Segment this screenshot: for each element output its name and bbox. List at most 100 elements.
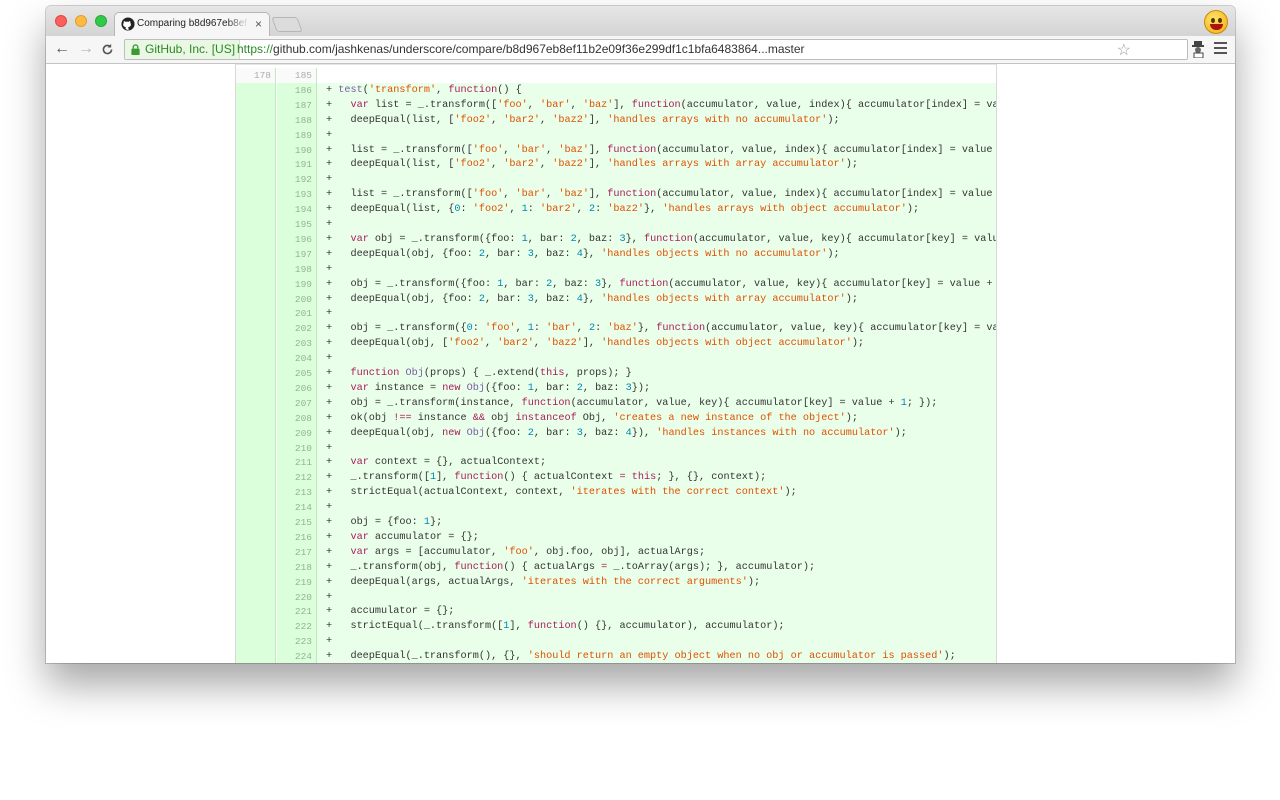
new-line-number[interactable]: 187 — [277, 97, 317, 113]
reload-icon[interactable] — [101, 43, 114, 56]
menu-hamburger-icon[interactable] — [1214, 42, 1227, 54]
old-line-number[interactable] — [236, 500, 276, 516]
browser-tab-active[interactable]: Comparing b8d967eb8ef11 × — [114, 12, 270, 36]
new-line-number[interactable]: 219 — [277, 574, 317, 590]
new-line-number[interactable]: 210 — [277, 440, 317, 456]
window-close-button[interactable] — [55, 15, 67, 27]
old-line-number[interactable] — [236, 351, 276, 367]
new-line-number[interactable]: 212 — [277, 470, 317, 486]
new-line-number[interactable]: 223 — [277, 634, 317, 650]
new-line-number[interactable]: 202 — [277, 321, 317, 337]
old-line-number[interactable] — [236, 336, 276, 352]
old-line-number[interactable] — [236, 202, 276, 218]
new-line-number[interactable]: 206 — [277, 380, 317, 396]
old-line-number[interactable] — [236, 395, 276, 411]
extension-icon[interactable] — [1191, 41, 1205, 58]
old-line-number[interactable] — [236, 470, 276, 486]
new-line-number[interactable]: 191 — [277, 157, 317, 173]
old-line-number[interactable]: 178 — [236, 68, 276, 83]
old-line-number[interactable] — [236, 366, 276, 381]
old-line-number[interactable] — [236, 619, 276, 635]
new-line-number[interactable]: 205 — [277, 366, 317, 381]
old-line-number[interactable] — [236, 231, 276, 247]
old-line-number[interactable] — [236, 515, 276, 530]
address-bar[interactable]: GitHub, Inc. [US] https://github.com/jas… — [124, 39, 1188, 60]
old-line-number[interactable] — [236, 157, 276, 173]
diff-line: 209 + deepEqual(obj, new Obj({foo: 2, bar… — [236, 425, 996, 441]
new-tab-button[interactable] — [271, 17, 303, 32]
new-line-number[interactable]: 199 — [277, 276, 317, 292]
code-line: + — [317, 217, 996, 232]
old-line-number[interactable] — [236, 425, 276, 441]
old-line-number[interactable] — [236, 649, 276, 663]
code-line: + _.transform([1], function() { actualCo… — [317, 470, 996, 486]
old-line-number[interactable] — [236, 172, 276, 188]
new-line-number[interactable]: 186 — [277, 82, 317, 98]
ev-certificate-badge[interactable]: GitHub, Inc. [US] — [125, 40, 241, 59]
old-line-number[interactable] — [236, 410, 276, 426]
profile-avatar[interactable] — [1204, 10, 1228, 34]
old-line-number[interactable] — [236, 97, 276, 113]
old-line-number[interactable] — [236, 217, 276, 232]
old-line-number[interactable] — [236, 246, 276, 262]
new-line-number[interactable]: 198 — [277, 261, 317, 277]
old-line-number[interactable] — [236, 261, 276, 277]
new-line-number[interactable]: 209 — [277, 425, 317, 441]
back-button[interactable]: ← — [54, 40, 70, 58]
new-line-number[interactable]: 195 — [277, 217, 317, 232]
old-line-number[interactable] — [236, 306, 276, 322]
new-line-number[interactable]: 207 — [277, 395, 317, 411]
old-line-number[interactable] — [236, 112, 276, 128]
old-line-number[interactable] — [236, 634, 276, 650]
new-line-number[interactable]: 222 — [277, 619, 317, 635]
new-line-number[interactable]: 218 — [277, 559, 317, 575]
new-line-number[interactable]: 185 — [277, 68, 317, 83]
new-line-number[interactable]: 190 — [277, 142, 317, 158]
old-line-number[interactable] — [236, 529, 276, 545]
bookmark-star-icon[interactable]: ☆ — [1117, 42, 1131, 60]
new-line-number[interactable]: 204 — [277, 351, 317, 367]
new-line-number[interactable]: 193 — [277, 187, 317, 203]
new-line-number[interactable]: 208 — [277, 410, 317, 426]
url-text[interactable]: https://github.com/jashkenas/underscore/… — [237, 40, 805, 59]
new-line-number[interactable]: 200 — [277, 291, 317, 307]
tab-close-icon[interactable]: × — [255, 16, 262, 32]
old-line-number[interactable] — [236, 544, 276, 560]
new-line-number[interactable]: 216 — [277, 529, 317, 545]
old-line-number[interactable] — [236, 187, 276, 203]
new-line-number[interactable]: 214 — [277, 500, 317, 516]
window-minimize-button[interactable] — [75, 15, 87, 27]
new-line-number[interactable]: 194 — [277, 202, 317, 218]
old-line-number[interactable] — [236, 574, 276, 590]
new-line-number[interactable]: 224 — [277, 649, 317, 663]
old-line-number[interactable] — [236, 142, 276, 158]
new-line-number[interactable]: 221 — [277, 604, 317, 620]
new-line-number[interactable]: 201 — [277, 306, 317, 322]
old-line-number[interactable] — [236, 380, 276, 396]
old-line-number[interactable] — [236, 440, 276, 456]
new-line-number[interactable]: 189 — [277, 127, 317, 143]
new-line-number[interactable]: 217 — [277, 544, 317, 560]
new-line-number[interactable]: 192 — [277, 172, 317, 188]
old-line-number[interactable] — [236, 604, 276, 620]
new-line-number[interactable]: 220 — [277, 589, 317, 605]
new-line-number[interactable]: 213 — [277, 485, 317, 501]
old-line-number[interactable] — [236, 485, 276, 501]
old-line-number[interactable] — [236, 321, 276, 337]
new-line-number[interactable]: 211 — [277, 455, 317, 471]
old-line-number[interactable] — [236, 589, 276, 605]
forward-button[interactable]: → — [78, 40, 94, 58]
new-line-number[interactable]: 197 — [277, 246, 317, 262]
new-line-number[interactable]: 196 — [277, 231, 317, 247]
old-line-number[interactable] — [236, 276, 276, 292]
old-line-number[interactable] — [236, 127, 276, 143]
diff-line: 193 + list = _.transform(['foo', 'bar', '… — [236, 187, 996, 203]
window-maximize-button[interactable] — [95, 15, 107, 27]
old-line-number[interactable] — [236, 82, 276, 98]
old-line-number[interactable] — [236, 455, 276, 471]
new-line-number[interactable]: 203 — [277, 336, 317, 352]
new-line-number[interactable]: 215 — [277, 515, 317, 530]
new-line-number[interactable]: 188 — [277, 112, 317, 128]
old-line-number[interactable] — [236, 291, 276, 307]
old-line-number[interactable] — [236, 559, 276, 575]
